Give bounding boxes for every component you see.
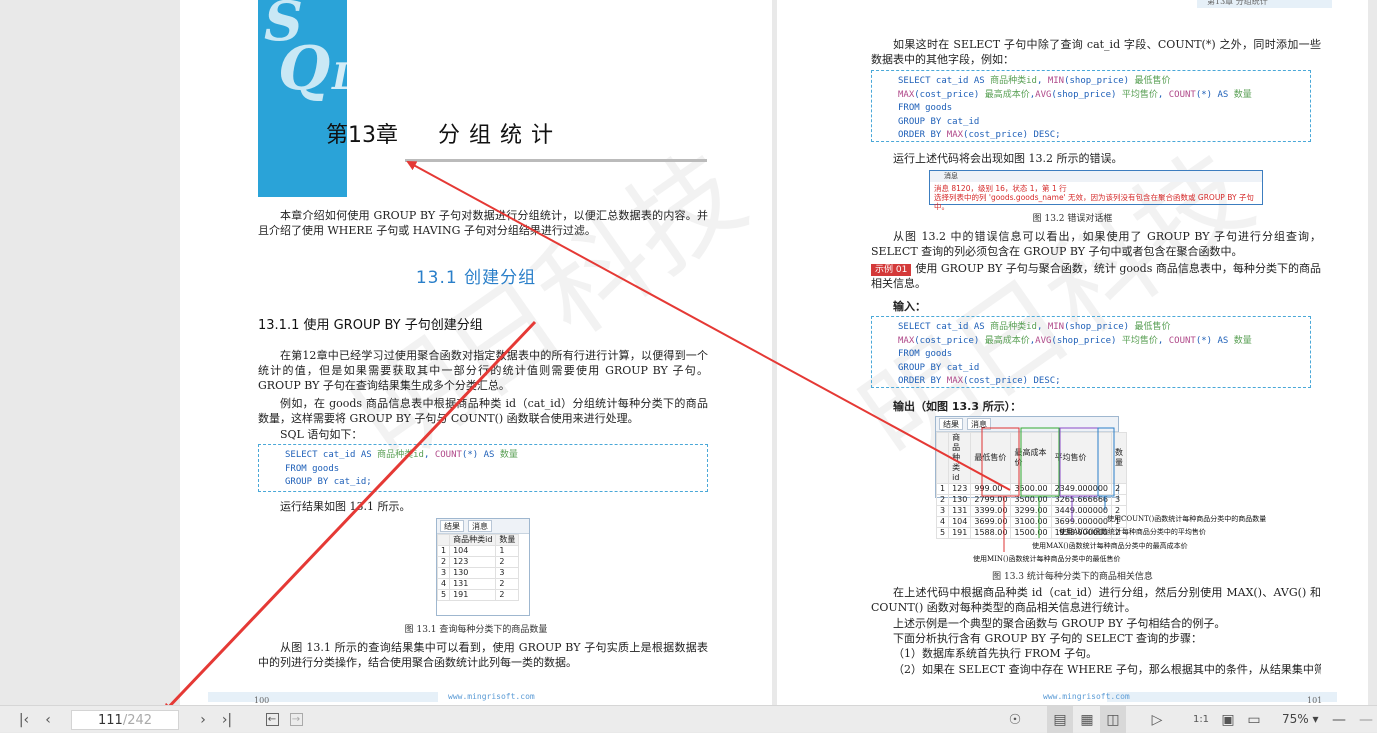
play-icon[interactable]: ▷ <box>1145 706 1169 733</box>
chapter-intro: 本章介绍如何使用 GROUP BY 子句对数据进行分组统计，以便汇总数据表的内容… <box>258 209 708 237</box>
page-number: 101 <box>1307 696 1323 705</box>
left-page: 明日科技 S Q L 第13章 分组统计 本章介绍如何使用 GROUP BY 子… <box>180 0 772 705</box>
paragraph: （2）如果在 SELECT 查询中存在 WHERE 子句，那么根据其中的条件，从… <box>893 663 1321 676</box>
footer-url: www.mingrisoft.com <box>448 692 535 701</box>
subsection-title: 13.1.1 使用 GROUP BY 子句创建分组 <box>258 318 483 333</box>
fit-page-icon[interactable]: ▣ <box>1217 706 1239 733</box>
table-row: 3 130 3 <box>436 567 520 579</box>
back-icon[interactable]: ← <box>262 706 282 733</box>
zoom-out-icon[interactable]: — <box>1330 706 1348 733</box>
next-page-icon[interactable]: › <box>193 706 213 733</box>
actual-size-icon[interactable]: 1:1 <box>1190 706 1212 733</box>
footer-url: www.mingrisoft.com <box>1043 692 1130 701</box>
right-page: 明日科技 第13章 分组统计 如果这时在 SELECT 子句中除了查询 cat_… <box>777 0 1368 705</box>
document-viewer[interactable]: 明日科技 S Q L 第13章 分组统计 本章介绍如何使用 GROUP BY 子… <box>0 0 1377 705</box>
run-result-text: 运行结果如图 13.1 所示。 <box>280 500 411 513</box>
first-page-icon[interactable]: |‹ <box>14 706 34 733</box>
result-grid: 结果 消息 商品种类id 数量 1 104 1 2 123 2 3 130 3 4 131 2 5 191 2 <box>436 518 530 616</box>
two-page-icon[interactable]: ◫ <box>1100 706 1126 733</box>
annotation: 使用MIN()函数统计每种商品分类中的最低售价 <box>973 555 1121 563</box>
figure-caption: 图 13.3 统计每种分类下的商品相关信息 <box>992 572 1153 582</box>
prev-page-icon[interactable]: ‹ <box>38 706 58 733</box>
chapter-logo: S Q L <box>258 0 357 197</box>
sql-label: SQL 语句如下： <box>280 428 363 441</box>
paragraph: 在上述代码中根据商品种类 id（cat_id）进行分组，然后分别使用 MAX()… <box>871 586 1321 614</box>
table-row: 4 131 2 <box>436 578 520 590</box>
table-row: 1 104 1 <box>436 545 520 557</box>
eye-icon[interactable]: ☉ <box>1003 706 1027 733</box>
viewer-toolbar: |‹ ‹ 111/242 › ›| ← → ☉ ▤ ▦ ◫ ▷ 1:1 ▣ ▭ … <box>0 705 1377 733</box>
code-block: SELECT cat_id AS 商品种类id, COUNT(*) AS 数量 … <box>258 444 708 492</box>
column-header: 数量 <box>495 534 520 546</box>
page-number: 100 <box>254 696 270 705</box>
zoom-level[interactable]: 75% ▾ <box>1282 706 1319 733</box>
single-page-icon[interactable]: ▤ <box>1047 706 1073 733</box>
paragraph: 上述示例是一个典型的聚合函数与 GROUP BY 子句相结合的例子。 <box>893 617 1226 630</box>
annotation: 使用AVG()函数统计每种商品分类中的平均售价 <box>1059 528 1206 536</box>
forward-icon[interactable]: → <box>286 706 306 733</box>
callout-lines <box>981 427 1115 552</box>
chapter-title: 分组统计 <box>438 123 563 148</box>
table-row: 5 191 2 <box>436 589 520 601</box>
figure-caption: 图 13.1 查询每种分类下的商品数量 <box>404 625 548 635</box>
section-title: 13.1 创建分组 <box>415 268 537 288</box>
results-tab: 结果 <box>440 520 464 532</box>
zoom-slider[interactable]: — <box>1355 706 1377 733</box>
chapter-number: 第13章 <box>326 123 398 148</box>
paragraph: （1）数据库系统首先执行 FROM 子句。 <box>893 647 1098 660</box>
last-page-icon[interactable]: ›| <box>217 706 237 733</box>
paragraph: 例如，在 goods 商品信息表中根据商品种类 id（cat_id）分组统计每种… <box>258 397 708 425</box>
column-header: 商品种类id <box>449 534 497 546</box>
column-header <box>436 534 451 546</box>
title-rule <box>405 159 707 162</box>
paragraph: 下面分析执行含有 GROUP BY 子句的 SELECT 查询的步骤： <box>893 632 1203 645</box>
table-row: 2 123 2 <box>436 556 520 568</box>
paragraph: 在第12章中已经学习过使用聚合函数对指定数据表中的所有行进行计算，以便得到一个统… <box>258 349 708 392</box>
continuous-icon[interactable]: ▦ <box>1075 706 1099 733</box>
messages-tab: 消息 <box>468 520 492 532</box>
fit-width-icon[interactable]: ▭ <box>1243 706 1265 733</box>
page-number-input[interactable]: 111/242 <box>71 710 179 730</box>
paragraph: 从图 13.1 所示的查询结果集中可以看到，使用 GROUP BY 子句实质上是… <box>258 641 708 669</box>
